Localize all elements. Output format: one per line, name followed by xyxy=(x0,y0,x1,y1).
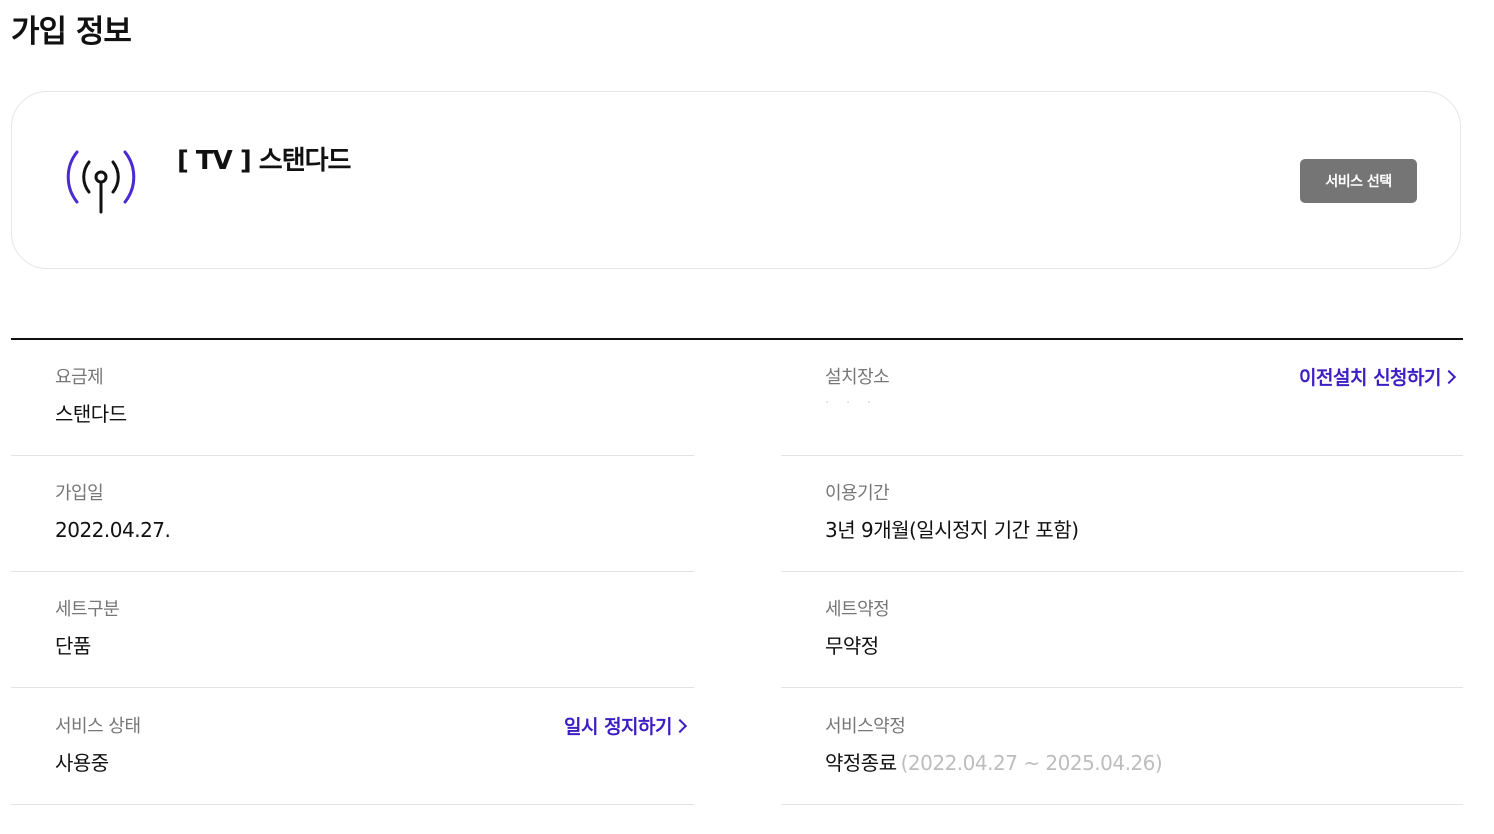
pause-service-link[interactable]: 일시 정지하기 xyxy=(564,715,688,739)
relocation-request-link[interactable]: 이전설치 신청하기 xyxy=(1299,366,1457,390)
set-contract-label: 세트약정 xyxy=(825,599,890,620)
service-status-label: 서비스 상태 xyxy=(55,716,141,737)
usage-period-value: 3년 9개월(일시정지 기간 포함) xyxy=(825,518,1079,542)
chevron-right-icon xyxy=(672,718,688,734)
service-select-button[interactable]: 서비스 선택 xyxy=(1300,159,1417,203)
plan-label: 요금제 xyxy=(55,367,104,388)
set-contract-value: 무약정 xyxy=(825,634,879,658)
set-type-label: 세트구분 xyxy=(55,599,120,620)
page-title: 가입 정보 xyxy=(11,14,132,50)
chevron-right-icon xyxy=(1441,369,1457,385)
info-plan: 요금제 스탠다드 xyxy=(11,340,694,456)
plan-value: 스탠다드 xyxy=(55,402,127,426)
join-date-value: 2022.04.27. xyxy=(55,518,171,542)
set-type-value: 단품 xyxy=(55,634,91,658)
info-install-location: 설치장소 · · · 이전설치 신청하기 xyxy=(781,340,1463,456)
info-usage-period: 이용기간 3년 9개월(일시정지 기간 포함) xyxy=(781,456,1463,572)
info-service-contract: 서비스약정 약정종료 (2022.04.27 ~ 2025.04.26) xyxy=(781,689,1463,805)
install-location-label: 설치장소 xyxy=(825,367,890,388)
usage-period-label: 이용기간 xyxy=(825,483,890,504)
info-set-contract: 세트약정 무약정 xyxy=(781,572,1463,688)
service-card: [ TV ] 스탠다드 서비스 선택 xyxy=(11,91,1461,269)
service-contract-value-row: 약정종료 (2022.04.27 ~ 2025.04.26) xyxy=(825,750,1163,776)
info-set-type: 세트구분 단품 xyxy=(11,572,694,688)
info-service-status: 서비스 상태 사용중 일시 정지하기 xyxy=(11,689,694,805)
service-contract-period: (2022.04.27 ~ 2025.04.26) xyxy=(900,751,1163,775)
service-contract-value: 약정종료 xyxy=(825,751,897,775)
service-contract-label: 서비스약정 xyxy=(825,716,906,737)
install-location-value: · · · xyxy=(825,395,878,411)
service-status-value: 사용중 xyxy=(55,751,109,775)
pause-service-label: 일시 정지하기 xyxy=(564,716,673,738)
broadcast-antenna-icon xyxy=(59,148,143,214)
info-join-date: 가입일 2022.04.27. xyxy=(11,456,694,572)
relocation-request-label: 이전설치 신청하기 xyxy=(1299,367,1441,389)
join-date-label: 가입일 xyxy=(55,483,104,504)
service-title: [ TV ] 스탠다드 xyxy=(177,146,351,176)
